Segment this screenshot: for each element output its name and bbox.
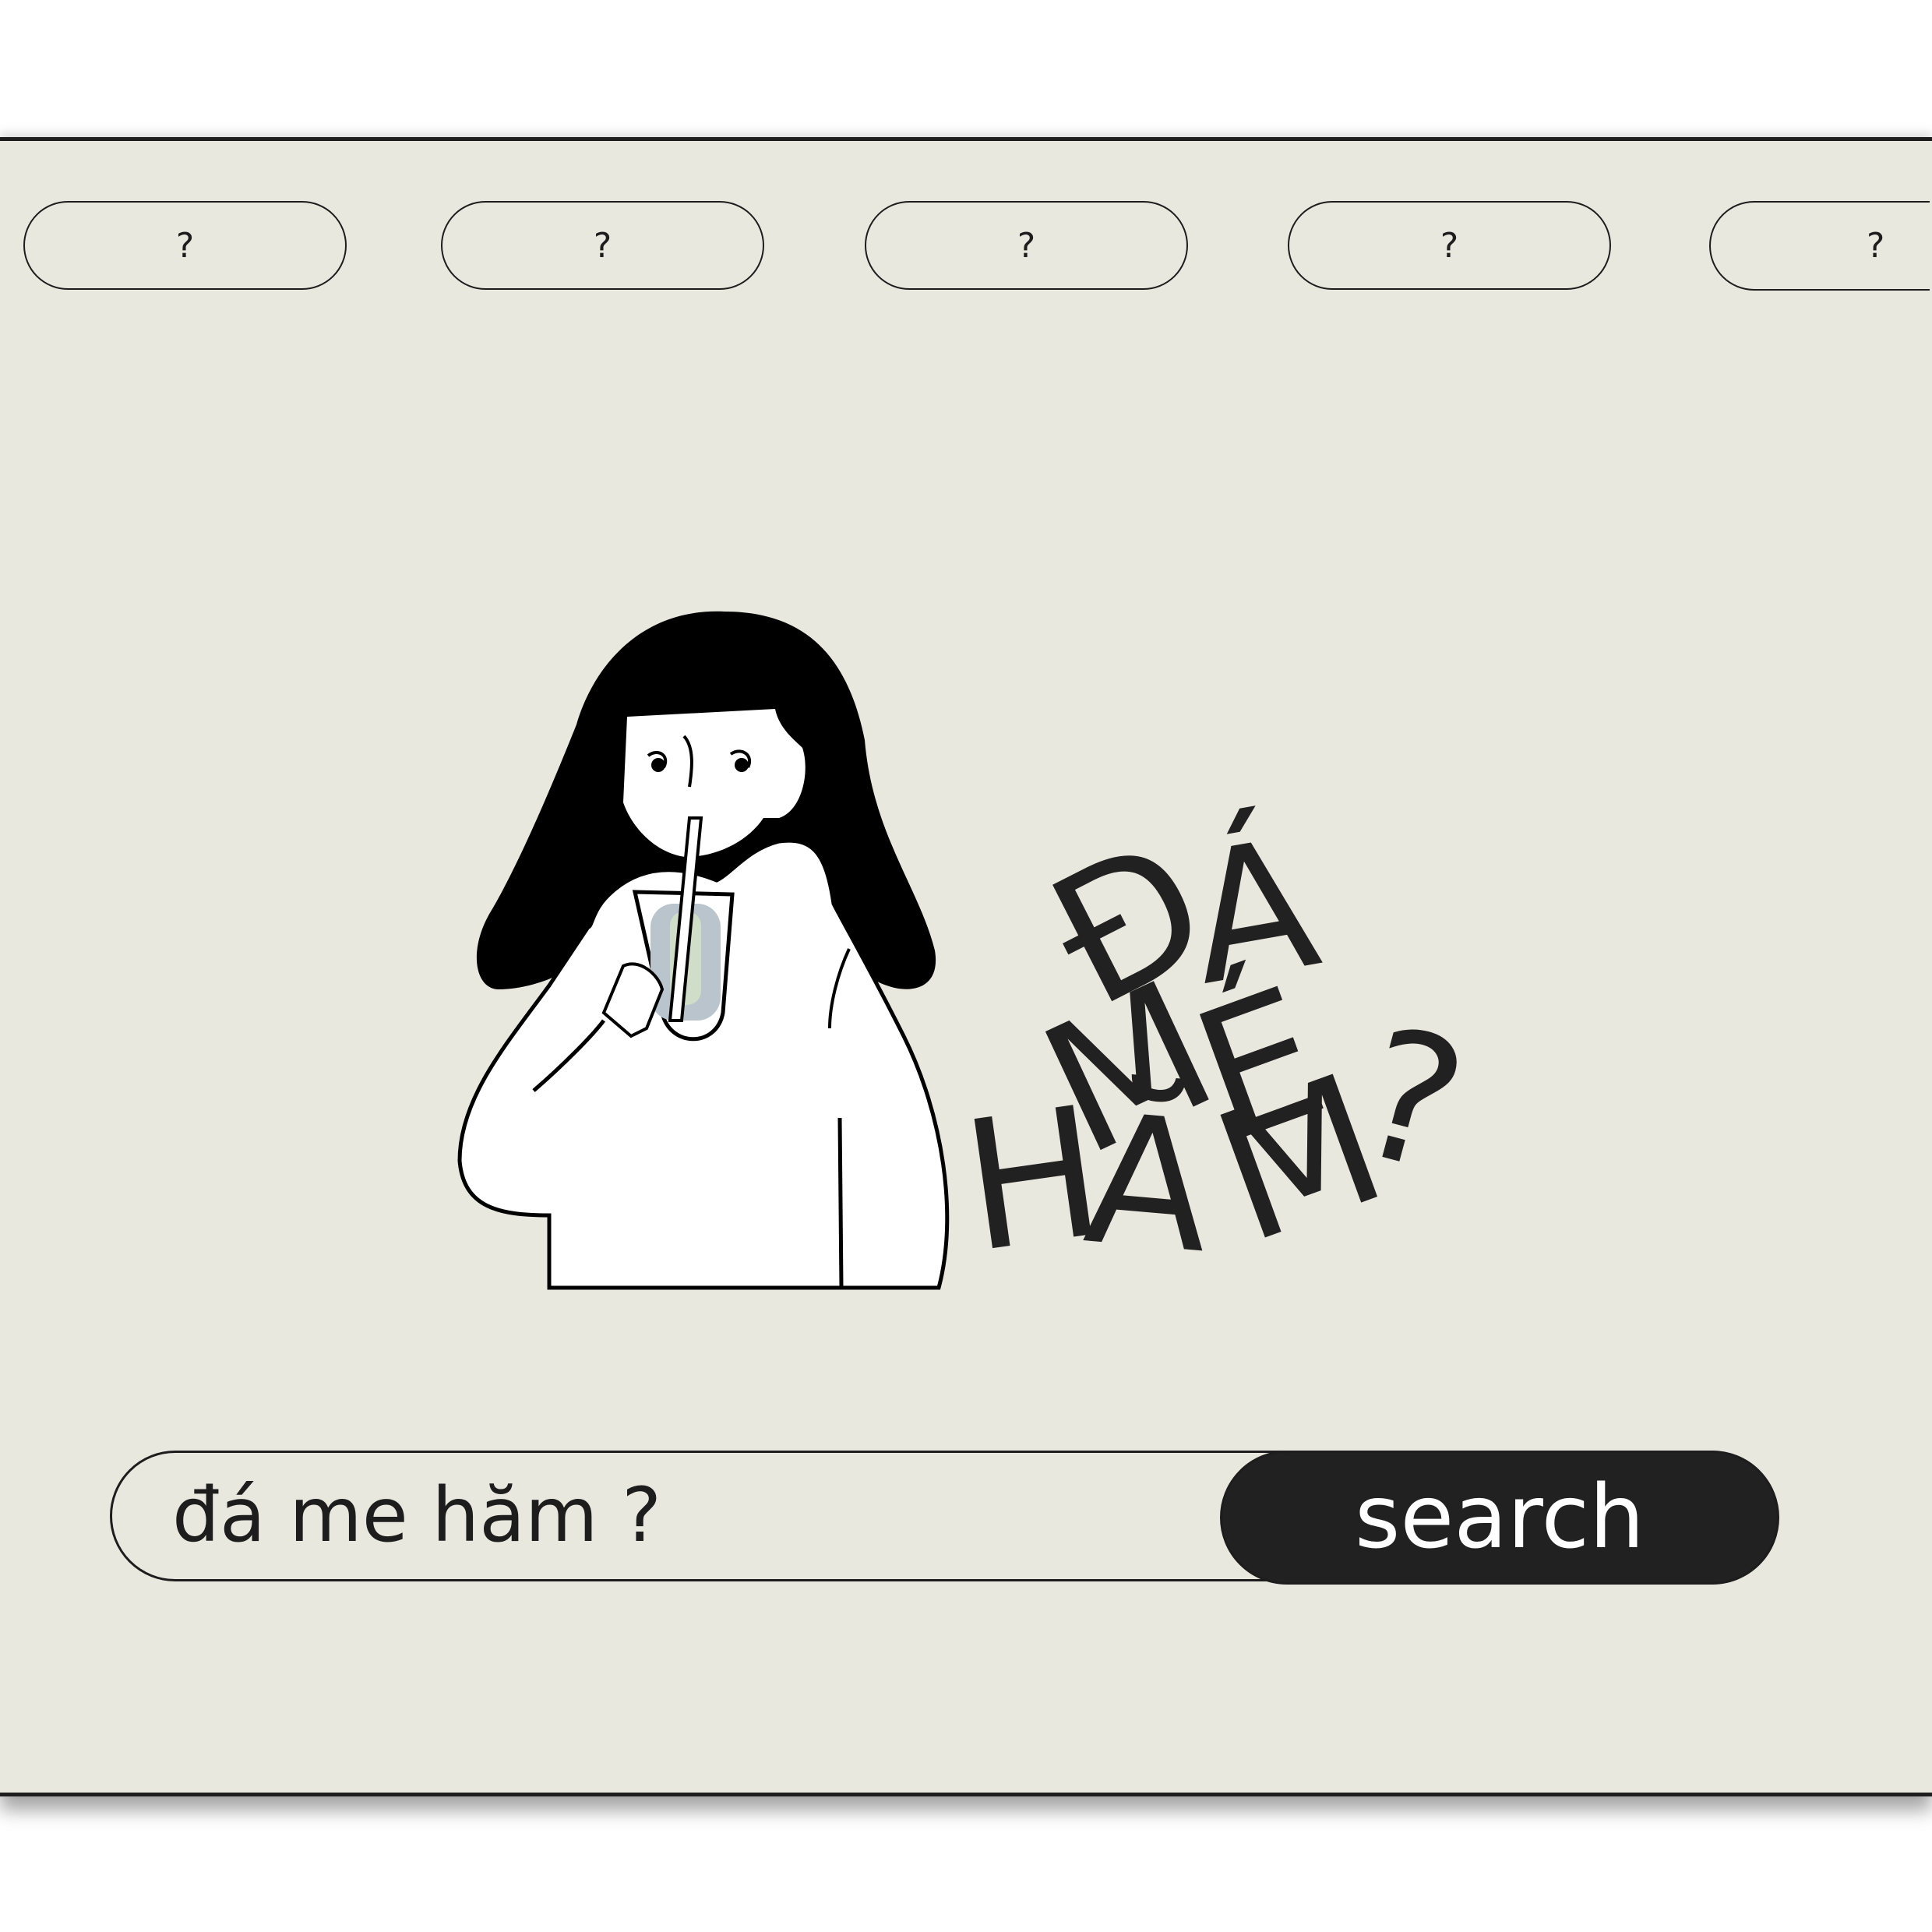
headline-letter: Ă — [1077, 1075, 1218, 1294]
girl-drinking-illustration — [457, 611, 950, 1290]
search-input[interactable] — [172, 1465, 1185, 1566]
search-button[interactable]: search — [1220, 1451, 1779, 1585]
